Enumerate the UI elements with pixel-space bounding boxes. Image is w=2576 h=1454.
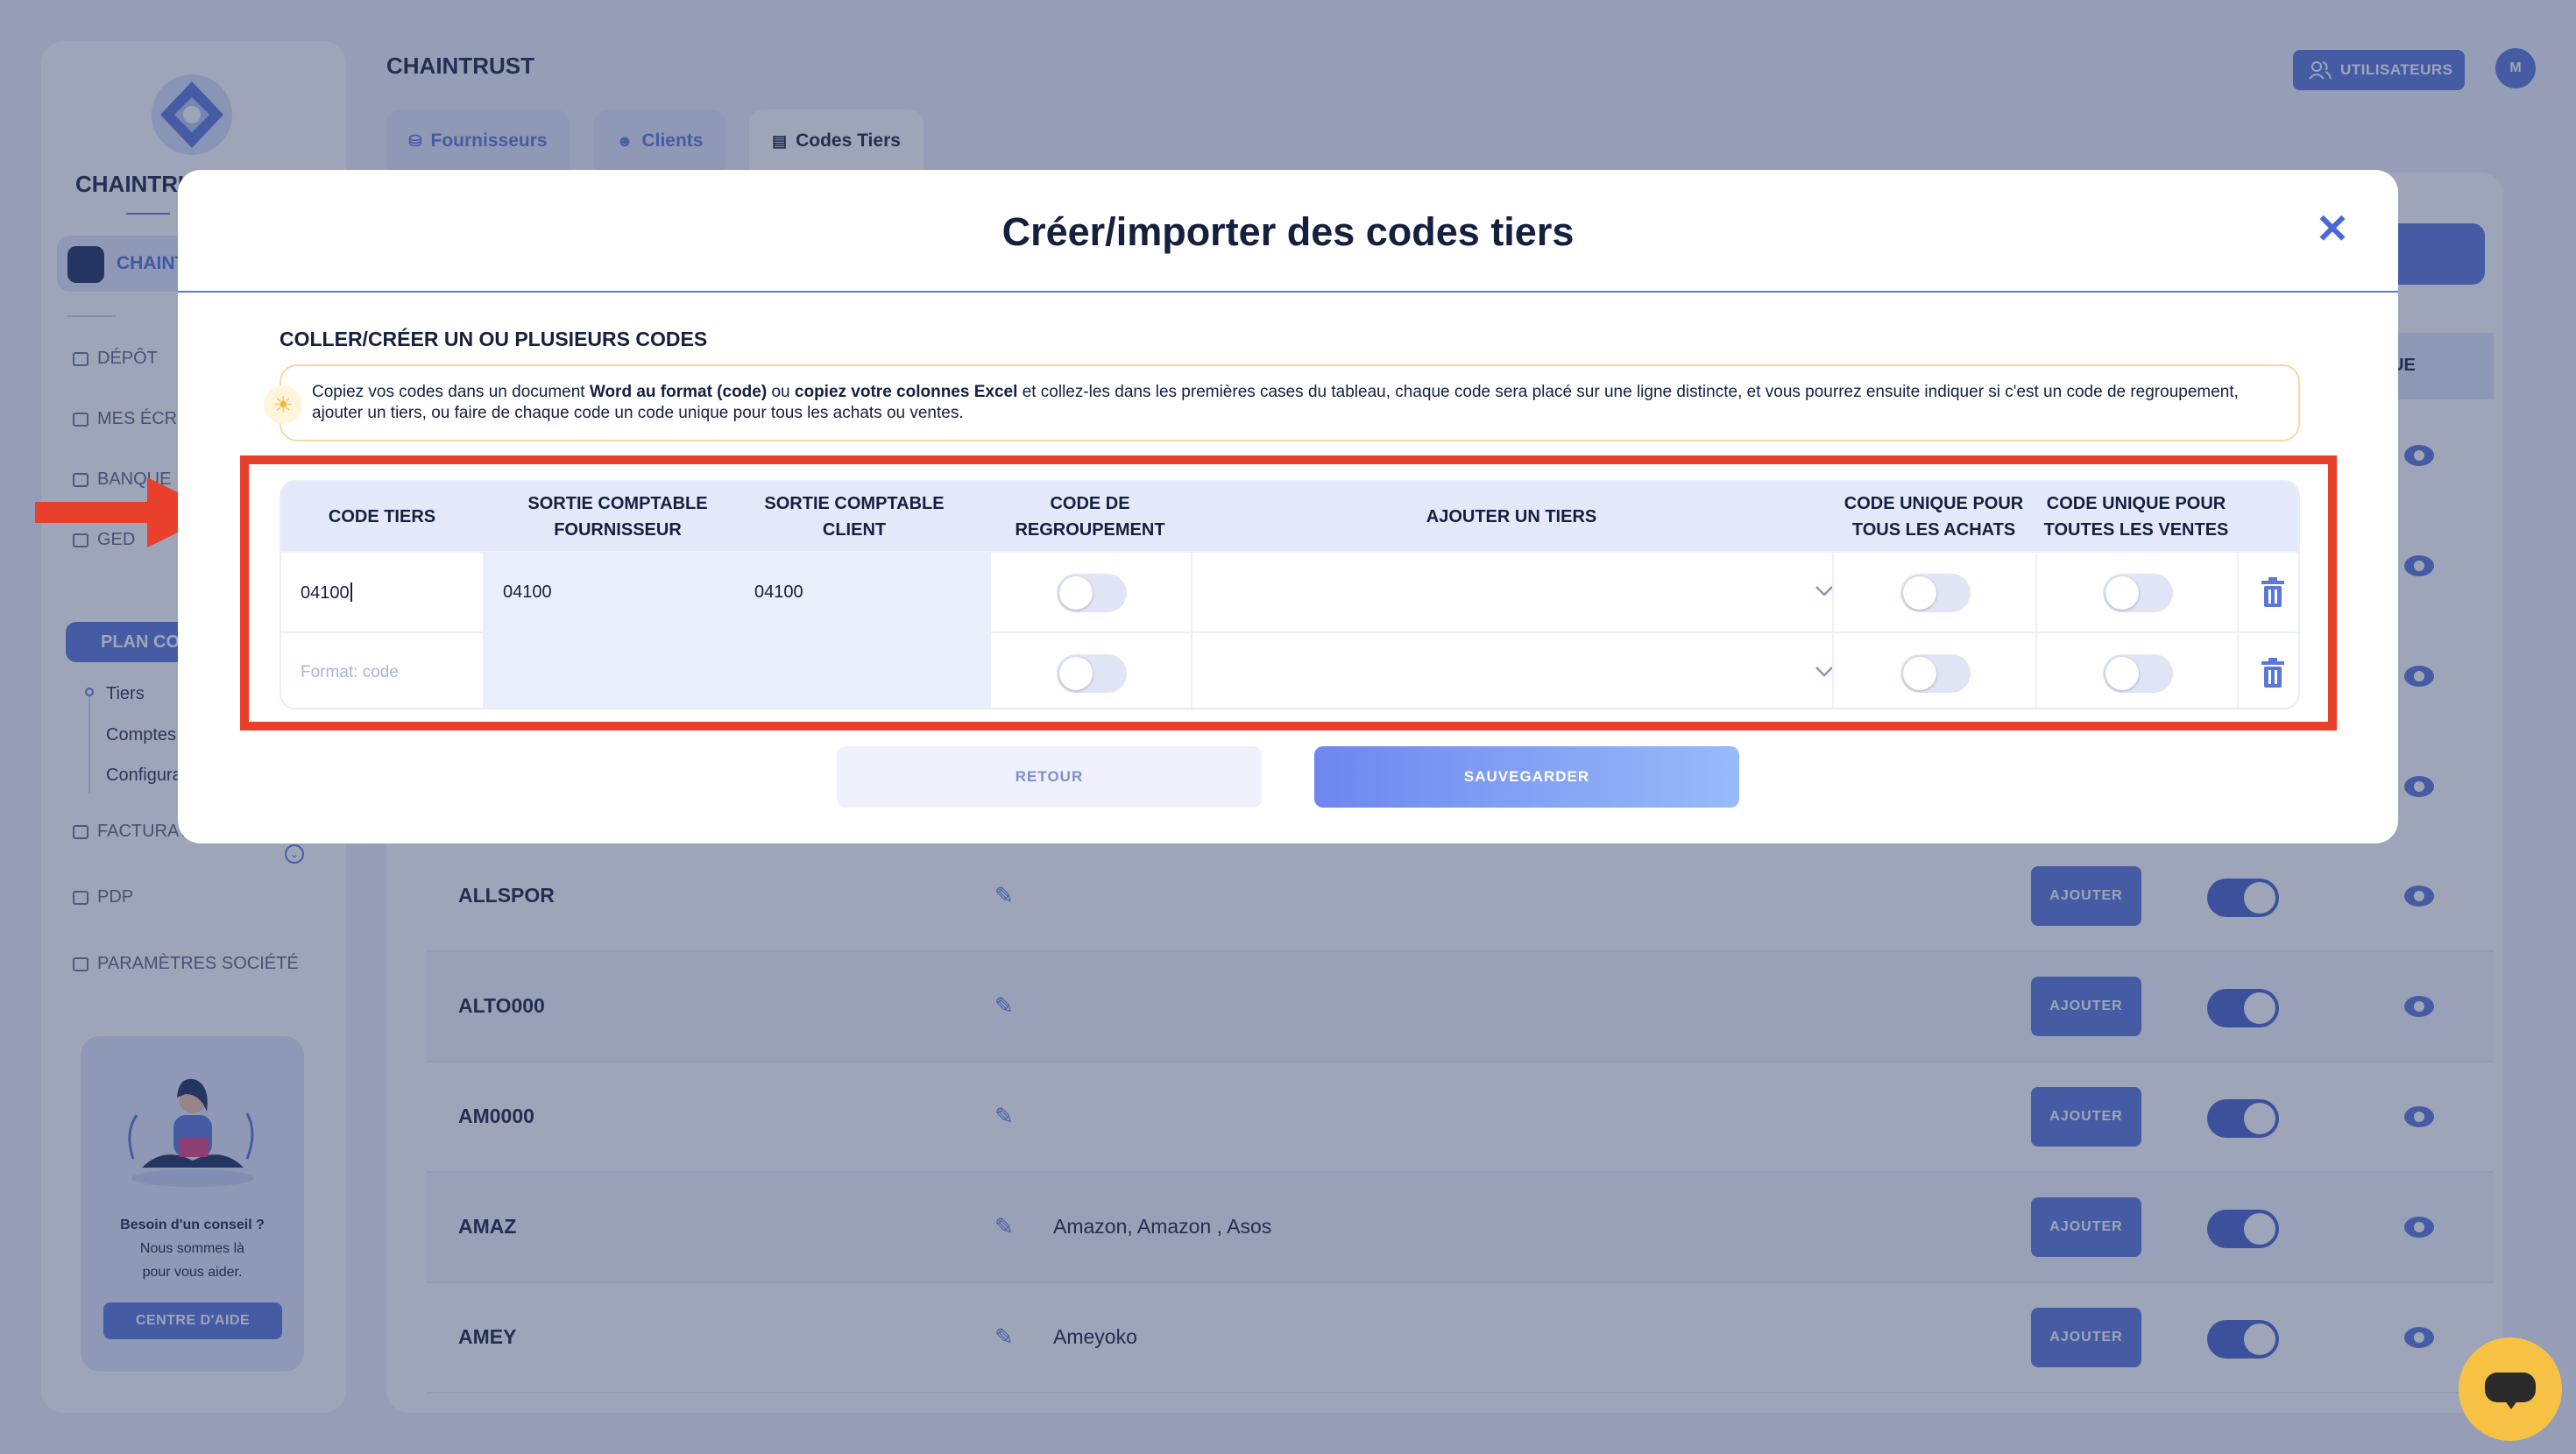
unique-ventes-cell xyxy=(2035,553,2237,633)
unique-ventes-cell xyxy=(2035,633,2237,708)
unique-ventes-toggle[interactable] xyxy=(2103,654,2173,693)
sortie-cells xyxy=(483,633,989,708)
code-placeholder: Format: code xyxy=(301,663,399,681)
col-unique-ventes: CODE UNIQUE POUR TOUTES LES VENTES xyxy=(2043,493,2229,540)
delete-cell xyxy=(2237,633,2298,708)
section-title: COLLER/CRÉER UN OU PLUSIEURS CODES xyxy=(280,328,708,350)
col-unique-achats: CODE UNIQUE POUR TOUS LES ACHATS xyxy=(1844,493,2024,540)
hint-text: Copiez vos codes dans un document Word a… xyxy=(312,383,2239,422)
table-header: CODE TIERS SORTIE COMPTABLE FOURNISSEUR S… xyxy=(281,482,2298,551)
back-button[interactable]: RETOUR xyxy=(837,746,1262,808)
sortie-cells: 04100 04100 xyxy=(483,553,989,633)
table-row: 04100 04100 04100 xyxy=(281,551,2298,633)
lightbulb-icon: ☀ xyxy=(264,385,302,424)
sortie-fournisseur-value: 04100 xyxy=(503,582,552,602)
col-code-tiers: CODE TIERS xyxy=(328,506,436,526)
unique-ventes-toggle[interactable] xyxy=(2103,574,2173,612)
tiers-select[interactable] xyxy=(1191,553,1833,633)
create-codes-modal: Créer/importer des codes tiers ✕ COLLER/… xyxy=(178,170,2398,843)
unique-achats-toggle[interactable] xyxy=(1900,654,1971,693)
delete-cell xyxy=(2237,553,2298,633)
col-ajouter-tiers: AJOUTER UN TIERS xyxy=(1426,506,1597,526)
save-button[interactable]: SAUVEGARDER xyxy=(1314,746,1739,808)
trash-icon[interactable] xyxy=(2260,577,2286,609)
col-sortie-client: SORTIE COMPTABLE CLIENT xyxy=(764,493,945,540)
unique-achats-cell xyxy=(1832,633,2035,708)
modal-divider xyxy=(178,291,2398,293)
regroupement-cell xyxy=(989,553,1191,633)
tiers-select[interactable] xyxy=(1191,633,1833,708)
hint-box: ☀ Copiez vos codes dans un document Word… xyxy=(264,364,2300,441)
table-row: Format: code xyxy=(281,632,2298,708)
chat-launcher-button[interactable] xyxy=(2459,1338,2562,1441)
trash-icon[interactable] xyxy=(2260,658,2286,689)
sortie-client-value: 04100 xyxy=(754,582,803,602)
code-input[interactable]: 04100 xyxy=(281,553,483,633)
regroupement-toggle[interactable] xyxy=(1057,654,1127,693)
col-regroupement: CODE DE REGROUPEMENT xyxy=(1015,493,1165,540)
col-sortie-fournisseur: SORTIE COMPTABLE FOURNISSEUR xyxy=(527,493,708,540)
regroupement-toggle[interactable] xyxy=(1057,574,1127,612)
codes-table: CODE TIERS SORTIE COMPTABLE FOURNISSEUR S… xyxy=(280,480,2300,709)
unique-achats-cell xyxy=(1832,553,2035,633)
unique-achats-toggle[interactable] xyxy=(1900,574,1971,612)
regroupement-cell xyxy=(989,633,1191,708)
close-icon[interactable]: ✕ xyxy=(2313,208,2352,249)
modal-title: Créer/importer des codes tiers xyxy=(1001,209,1575,254)
code-input[interactable]: Format: code xyxy=(281,633,483,708)
